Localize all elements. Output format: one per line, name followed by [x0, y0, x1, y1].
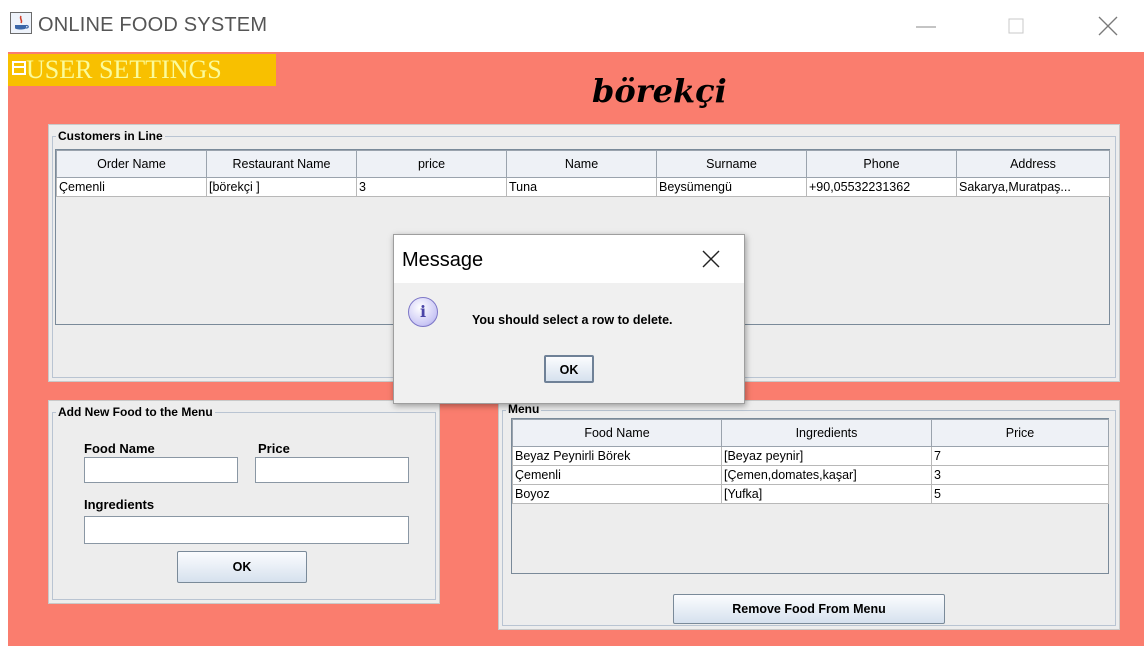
- cell-order-name[interactable]: Çemenli: [56, 177, 207, 197]
- window-title: ONLINE FOOD SYSTEM: [38, 14, 268, 36]
- cell-ingredients[interactable]: [Yufka]: [721, 484, 932, 504]
- food-name-label: Food Name: [84, 441, 155, 456]
- customers-table[interactable]: Order Name Restaurant Name price Name Su…: [56, 150, 1110, 197]
- add-food-legend: Add New Food to the Menu: [56, 405, 215, 419]
- menu-table[interactable]: Food Name Ingredients Price Beyaz Peynir…: [512, 419, 1109, 504]
- cell-phone[interactable]: +90,05532231362: [806, 177, 957, 197]
- add-food-ok-button[interactable]: OK: [177, 551, 307, 583]
- price-input[interactable]: [255, 457, 409, 483]
- column-header-phone[interactable]: Phone: [806, 150, 957, 178]
- info-icon: i: [408, 297, 438, 327]
- window-menu-icon: [12, 61, 26, 75]
- dialog-ok-button[interactable]: OK: [544, 355, 594, 383]
- cell-menu-price[interactable]: 7: [931, 446, 1109, 466]
- cell-ingredients[interactable]: [Çemen,domates,kaşar]: [721, 465, 932, 485]
- column-header-name[interactable]: Name: [506, 150, 657, 178]
- maximize-button[interactable]: [996, 10, 1036, 42]
- price-label: Price: [258, 441, 290, 456]
- cell-food-name[interactable]: Çemenli: [512, 465, 722, 485]
- table-row[interactable]: Beyaz Peynirli Börek [Beyaz peynir] 7: [512, 446, 1109, 466]
- dialog-close-icon[interactable]: [694, 245, 728, 275]
- column-header-order-name[interactable]: Order Name: [56, 150, 207, 178]
- cell-menu-price[interactable]: 5: [931, 484, 1109, 504]
- customers-header-row: Order Name Restaurant Name price Name Su…: [56, 150, 1110, 178]
- restaurant-title: börekçi: [592, 72, 727, 110]
- table-row[interactable]: Çemenli [Çemen,domates,kaşar] 3: [512, 465, 1109, 485]
- cell-food-name[interactable]: Beyaz Peynirli Börek: [512, 446, 722, 466]
- close-window-button[interactable]: [1088, 10, 1128, 42]
- dialog-title: Message: [402, 249, 484, 271]
- message-dialog: Message i You should select a row to del…: [393, 234, 745, 404]
- menu-table-area[interactable]: Food Name Ingredients Price Beyaz Peynir…: [511, 418, 1109, 574]
- user-settings-label[interactable]: USER SETTINGS: [26, 54, 222, 86]
- cell-food-name[interactable]: Boyoz: [512, 484, 722, 504]
- cell-price[interactable]: 3: [356, 177, 507, 197]
- dialog-message: You should select a row to delete.: [472, 313, 673, 327]
- food-name-input[interactable]: [84, 457, 238, 483]
- cell-menu-price[interactable]: 3: [931, 465, 1109, 485]
- column-header-address[interactable]: Address: [956, 150, 1110, 178]
- cell-address[interactable]: Sakarya,Muratpaş...: [956, 177, 1110, 197]
- customers-legend: Customers in Line: [56, 129, 165, 143]
- minimize-button[interactable]: [906, 10, 946, 42]
- java-app-icon: [10, 12, 32, 34]
- ingredients-label: Ingredients: [84, 497, 155, 512]
- menu-legend: Menu: [506, 402, 542, 416]
- table-row[interactable]: Çemenli [börekçi ] 3 Tuna Beysümengü +90…: [56, 177, 1110, 197]
- cell-restaurant-name[interactable]: [börekçi ]: [206, 177, 357, 197]
- cell-name[interactable]: Tuna: [506, 177, 657, 197]
- remove-food-button[interactable]: Remove Food From Menu: [673, 594, 945, 624]
- column-header-ingredients[interactable]: Ingredients: [721, 419, 932, 447]
- table-row[interactable]: Boyoz [Yufka] 5: [512, 484, 1109, 504]
- menu-header-row: Food Name Ingredients Price: [512, 419, 1109, 447]
- column-header-surname[interactable]: Surname: [656, 150, 807, 178]
- cell-ingredients[interactable]: [Beyaz peynir]: [721, 446, 932, 466]
- column-header-price[interactable]: price: [356, 150, 507, 178]
- column-header-food-name[interactable]: Food Name: [512, 419, 722, 447]
- cell-surname[interactable]: Beysümengü: [656, 177, 807, 197]
- column-header-restaurant-name[interactable]: Restaurant Name: [206, 150, 357, 178]
- ingredients-input[interactable]: [84, 516, 409, 544]
- column-header-menu-price[interactable]: Price: [931, 419, 1109, 447]
